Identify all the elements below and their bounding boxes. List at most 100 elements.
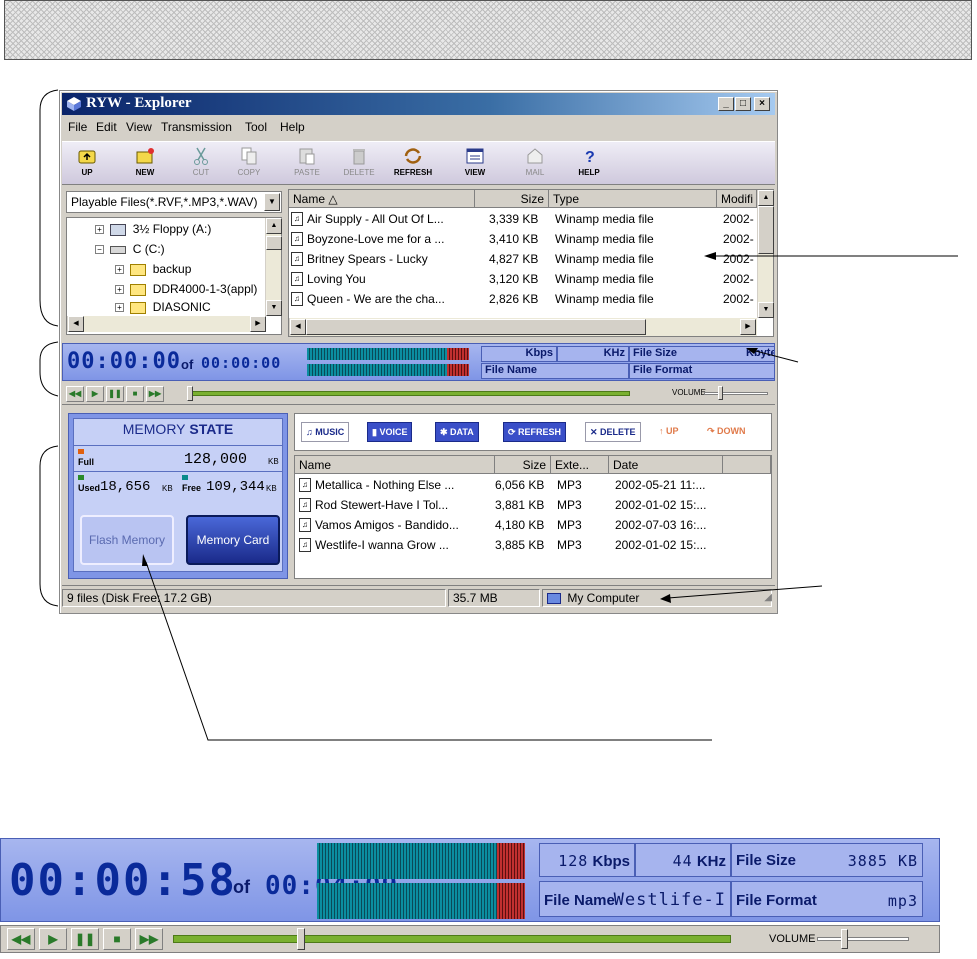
scroll-left-icon[interactable]: ◀ <box>68 316 84 332</box>
volume-handle[interactable] <box>718 386 723 400</box>
minimize-button[interactable]: _ <box>718 97 734 111</box>
volume-slider[interactable] <box>817 937 909 941</box>
move-down-button[interactable]: ↷ DOWN <box>703 422 750 442</box>
forward-icon[interactable]: ▶▶ <box>135 928 163 950</box>
menu-transmission[interactable]: Transmission <box>161 120 232 134</box>
tree-vertical-scrollbar[interactable]: ▲ ▼ <box>265 218 282 316</box>
file-row[interactable]: ♫ Britney Spears - Lucky 4,827 KB Winamp… <box>289 250 757 269</box>
device-file-row[interactable]: ♫ Westlife-I wanna Grow ... 3,885 KB MP3… <box>295 536 771 555</box>
memory-card-button[interactable]: Memory Card <box>186 515 280 565</box>
menu-help[interactable]: Help <box>280 120 305 134</box>
file-row[interactable]: ♫ Air Supply - All Out Of L... 3,339 KB … <box>289 210 757 229</box>
file-row[interactable]: ♫ Queen - We are the cha... 2,826 KB Win… <box>289 290 757 309</box>
device-file-row[interactable]: ♫ Metallica - Nothing Else ... 6,056 KB … <box>295 476 771 495</box>
delete-button[interactable]: DELETE <box>338 144 380 184</box>
tree-item-floppy[interactable]: + 3½ Floppy (A:) <box>95 222 211 236</box>
play-icon[interactable]: ▶ <box>39 928 67 950</box>
scroll-down-icon[interactable]: ▼ <box>266 300 282 316</box>
device-delete-button[interactable]: ✕ DELETE <box>585 422 641 442</box>
filelist-horizontal-scrollbar[interactable]: ◀ ▶ <box>289 318 757 336</box>
copy-icon <box>241 147 257 165</box>
cut-button[interactable]: CUT <box>180 144 222 184</box>
tree-item-diasonic[interactable]: + DIASONIC <box>115 300 211 314</box>
menu-edit[interactable]: Edit <box>96 120 117 134</box>
up-button[interactable]: UP <box>66 144 108 184</box>
column-name-header[interactable]: Name △ <box>289 190 475 208</box>
full-swatch <box>78 449 84 454</box>
file-row[interactable]: ♫ Boyzone-Love me for a ... 3,410 KB Win… <box>289 230 757 249</box>
menu-file[interactable]: File <box>68 120 87 134</box>
stop-icon[interactable]: ■ <box>103 928 131 950</box>
maximize-button[interactable]: □ <box>735 97 751 111</box>
seek-handle[interactable] <box>187 386 193 401</box>
tree-item-backup[interactable]: + backup <box>115 262 191 276</box>
resize-grip-icon[interactable]: ◢ <box>764 592 772 603</box>
view-button[interactable]: VIEW <box>454 144 496 184</box>
expand-icon[interactable]: + <box>115 285 124 295</box>
voice-button[interactable]: ▮ VOICE <box>367 422 413 442</box>
refresh-button[interactable]: REFRESH <box>392 144 434 184</box>
column-name-header[interactable]: Name <box>295 456 495 474</box>
trash-icon <box>353 149 365 165</box>
scroll-left-icon[interactable]: ◀ <box>290 319 306 335</box>
scroll-right-icon[interactable]: ▶ <box>250 316 266 332</box>
play-icon[interactable]: ▶ <box>86 386 104 402</box>
menu-view[interactable]: View <box>126 120 152 134</box>
scroll-up-icon[interactable]: ▲ <box>758 190 774 206</box>
seek-handle[interactable] <box>297 928 306 950</box>
rewind-icon[interactable]: ◀◀ <box>7 928 35 950</box>
tree-item-c-drive[interactable]: − C (C:) <box>95 242 165 256</box>
scroll-up-icon[interactable]: ▲ <box>266 218 282 234</box>
device-file-row[interactable]: ♫ Vamos Amigos - Bandido... 4,180 KB MP3… <box>295 516 771 535</box>
audio-file-icon: ♫ <box>291 292 303 306</box>
status-bar: 9 files (Disk Free: 17.2 GB) 35.7 MB My … <box>62 585 775 609</box>
scroll-thumb[interactable] <box>758 206 774 254</box>
volume-handle[interactable] <box>841 929 848 949</box>
paste-button[interactable]: PASTE <box>286 144 328 184</box>
rewind-icon[interactable]: ◀◀ <box>66 386 84 402</box>
fileformat-value: mp3 <box>887 892 918 910</box>
player-controls: ◀◀ ▶ ❚❚ ■ ▶▶ VOLUME <box>62 383 775 405</box>
volume-slider[interactable] <box>704 392 768 395</box>
forward-icon[interactable]: ▶▶ <box>146 386 164 402</box>
seek-bar[interactable] <box>190 391 630 396</box>
device-file-row[interactable]: ♫ Rod Stewert-Have I Tol... 3,881 KB MP3… <box>295 496 771 515</box>
pause-icon[interactable]: ❚❚ <box>71 928 99 950</box>
stop-icon[interactable]: ■ <box>126 386 144 402</box>
new-button[interactable]: NEW <box>124 144 166 184</box>
file-filter-dropdown[interactable]: Playable Files(*.RVF,*.MP3,*.WAV) ▼ <box>66 191 282 213</box>
move-up-button[interactable]: ↑ UP <box>655 422 683 442</box>
pause-icon[interactable]: ❚❚ <box>106 386 124 402</box>
expand-icon[interactable]: + <box>115 265 124 275</box>
column-extension-header[interactable]: Exte... <box>551 456 609 474</box>
file-row[interactable]: ♫ Loving You 3,120 KB Winamp media file … <box>289 270 757 289</box>
copy-button[interactable]: COPY <box>228 144 270 184</box>
device-refresh-button[interactable]: ⟳ REFRESH <box>503 422 567 442</box>
scroll-right-icon[interactable]: ▶ <box>740 319 756 335</box>
column-size-header[interactable]: Size <box>495 456 551 474</box>
scroll-down-icon[interactable]: ▼ <box>758 302 774 318</box>
music-button[interactable]: ♫ MUSIC <box>301 422 350 442</box>
chevron-down-icon[interactable]: ▼ <box>264 193 280 211</box>
scroll-thumb[interactable] <box>266 236 282 250</box>
expand-icon[interactable]: + <box>115 303 124 313</box>
expand-icon[interactable]: + <box>95 225 104 235</box>
title-bar[interactable]: RYW - Explorer _ □ × <box>62 93 775 115</box>
column-date-header[interactable]: Date <box>609 456 723 474</box>
flash-memory-button[interactable]: Flash Memory <box>80 515 174 565</box>
column-modified-header[interactable]: Modifi <box>717 190 757 208</box>
column-size-header[interactable]: Size <box>475 190 549 208</box>
data-button[interactable]: ✱ DATA <box>435 422 479 442</box>
close-button[interactable]: × <box>754 97 770 111</box>
vu-meter-left <box>317 843 497 879</box>
tree-item-ddr4000[interactable]: + DDR4000-1-3(appl) <box>115 282 257 296</box>
seek-bar[interactable] <box>173 935 731 943</box>
tree-horizontal-scrollbar[interactable]: ◀ ▶ <box>67 316 266 332</box>
scroll-thumb[interactable] <box>306 319 646 335</box>
column-type-header[interactable]: Type <box>549 190 717 208</box>
collapse-icon[interactable]: − <box>95 245 104 255</box>
help-button[interactable]: ? HELP <box>568 144 610 184</box>
menu-tool[interactable]: Tool <box>245 120 267 134</box>
filelist-vertical-scrollbar[interactable]: ▲ ▼ <box>757 190 774 318</box>
mail-button[interactable]: MAIL <box>514 144 556 184</box>
